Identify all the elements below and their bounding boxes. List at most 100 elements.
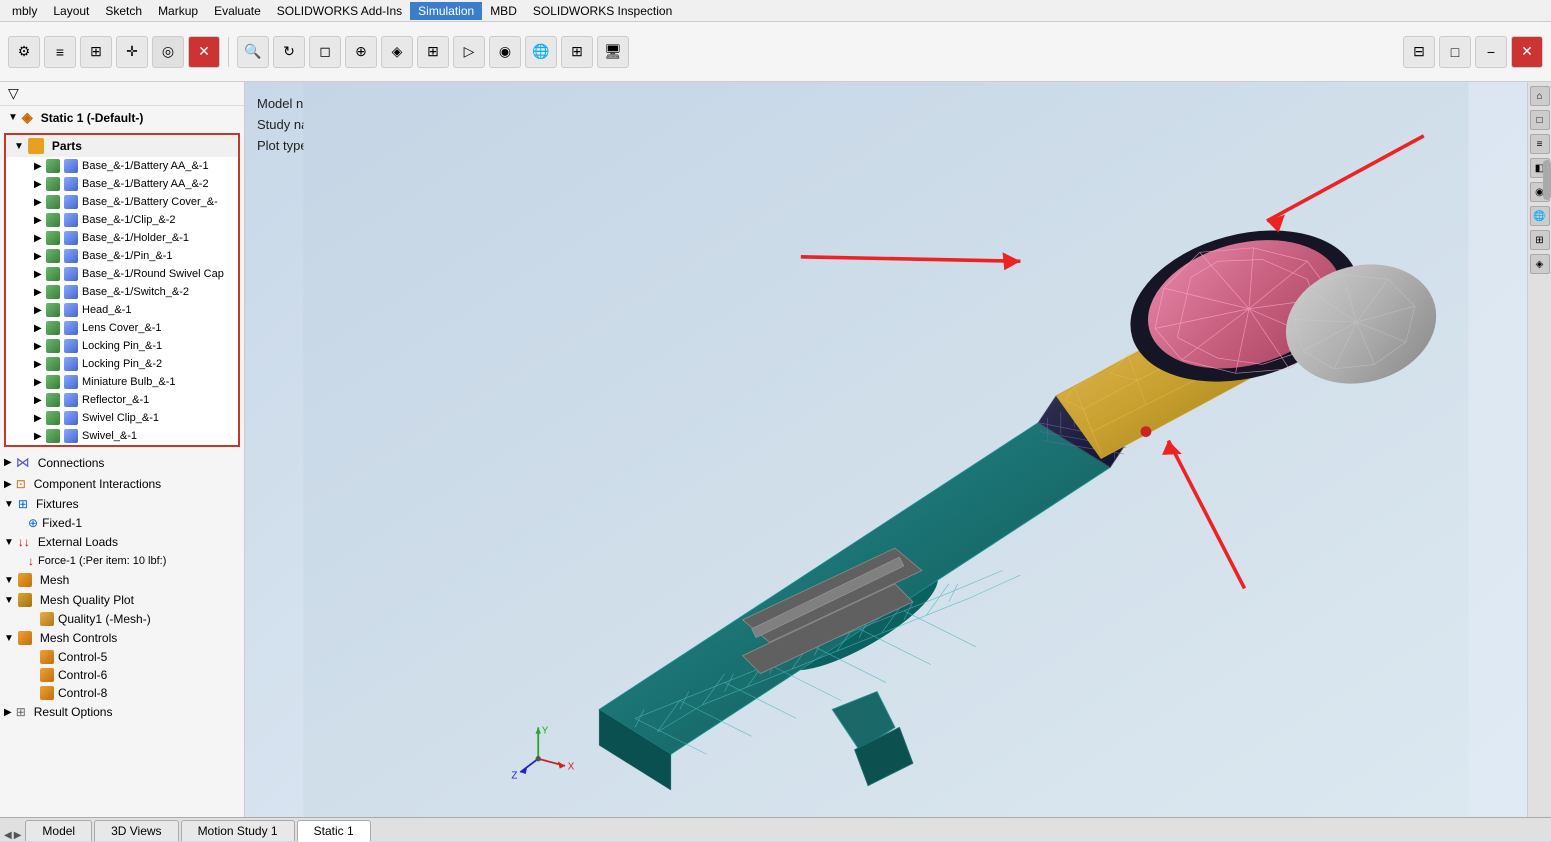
part-label-15: Swivel Clip_&-1 — [82, 412, 159, 424]
menu-markup[interactable]: Markup — [150, 2, 206, 20]
parts-section: ▼ Parts ▶ Base_&-1/Battery AA_&-1 ▶ Base… — [4, 133, 240, 447]
cube-icon-12b — [64, 357, 78, 371]
tab-nav-right[interactable]: ▶ — [14, 830, 22, 841]
menu-sketch[interactable]: Sketch — [97, 2, 150, 20]
part-item-13[interactable]: ▶ Miniature Bulb_&-1 — [6, 373, 238, 391]
menu-addins[interactable]: SOLIDWORKS Add-Ins — [269, 2, 410, 20]
right-btn-view[interactable]: □ — [1530, 110, 1550, 130]
cube-icon-3 — [46, 195, 60, 209]
cube-icon-2b — [64, 177, 78, 191]
right-btn-grid[interactable]: ⊞ — [1530, 230, 1550, 250]
connections-label: Connections — [38, 456, 105, 470]
tab-3dviews[interactable]: 3D Views — [94, 820, 178, 841]
toolbar-sim-11[interactable]: 🖥 — [597, 36, 629, 68]
cube-icon-16b — [64, 429, 78, 443]
tab-nav: ◀ ▶ — [0, 830, 25, 841]
menu-layout[interactable]: Layout — [45, 2, 97, 20]
part-item-12[interactable]: ▶ Locking Pin_&-2 — [6, 355, 238, 373]
part-item-15[interactable]: ▶ Swivel Clip_&-1 — [6, 409, 238, 427]
toolbar-sim-10[interactable]: ⊞ — [561, 36, 593, 68]
tree-root[interactable]: ▼ ◈ Static 1 (-Default-) — [0, 106, 244, 129]
force-label: Force-1 (:Per item: 10 lbf:) — [38, 555, 166, 567]
right-btn-settings[interactable]: ≡ — [1530, 134, 1550, 154]
toolbar-sim-3[interactable]: ◻ — [309, 36, 341, 68]
toolbar-sim-6[interactable]: ⊞ — [417, 36, 449, 68]
tab-motion-study[interactable]: Motion Study 1 — [181, 820, 295, 841]
root-expand-icon: ▼ — [8, 112, 18, 123]
mesh-header[interactable]: ▼ Mesh — [0, 570, 244, 590]
window-restore[interactable]: ⊟ — [1403, 36, 1435, 68]
part-item-10[interactable]: ▶ Lens Cover_&-1 — [6, 319, 238, 337]
fixtures-header[interactable]: ▼ ⊞ Fixtures — [0, 494, 244, 514]
part-label-12: Locking Pin_&-2 — [82, 358, 162, 370]
component-interactions-header[interactable]: ▶ ⊡ Component Interactions — [0, 474, 244, 494]
menu-mbly[interactable]: mbly — [4, 2, 45, 20]
part-item-8[interactable]: ▶ Base_&-1/Switch_&-2 — [6, 283, 238, 301]
cube-icon-8b — [64, 285, 78, 299]
expand-9: ▶ — [34, 305, 46, 316]
toolbar-btn-4[interactable]: ✛ — [116, 36, 148, 68]
part-label-8: Base_&-1/Switch_&-2 — [82, 286, 189, 298]
toolbar-sim-9[interactable]: 🌐 — [525, 36, 557, 68]
expand-3: ▶ — [34, 197, 46, 208]
external-loads-header[interactable]: ▼ ↓↓ External Loads — [0, 532, 244, 552]
cube-icon-11b — [64, 339, 78, 353]
toolbar-btn-1[interactable]: ⚙ — [8, 36, 40, 68]
main-area: ▽ ▼ ◈ Static 1 (-Default-) ▼ Parts ▶ — [0, 82, 1551, 817]
part-item-9[interactable]: ▶ Head_&-1 — [6, 301, 238, 319]
connections-header[interactable]: ▶ ⋈ Connections — [0, 451, 244, 474]
toolbar-sim-4[interactable]: ⊕ — [345, 36, 377, 68]
mesh-controls-header[interactable]: ▼ Mesh Controls — [0, 628, 244, 648]
menu-simulation[interactable]: Simulation — [410, 2, 482, 20]
tab-static1[interactable]: Static 1 — [297, 820, 371, 842]
right-btn-camera[interactable]: ◈ — [1530, 254, 1550, 274]
tab-model[interactable]: Model — [25, 820, 92, 841]
toolbar-sim-5[interactable]: ◈ — [381, 36, 413, 68]
mesh-quality-plot-header[interactable]: ▼ Mesh Quality Plot — [0, 590, 244, 610]
ro-expand: ▶ — [4, 707, 12, 718]
toolbar-btn-2[interactable]: ≡ — [44, 36, 76, 68]
window-close[interactable]: ✕ — [1511, 36, 1543, 68]
filter-icon[interactable]: ▽ — [8, 85, 19, 102]
window-minimize[interactable]: − — [1475, 36, 1507, 68]
parts-header[interactable]: ▼ Parts — [6, 135, 238, 157]
control6-item[interactable]: Control-6 — [0, 666, 244, 684]
right-btn-home[interactable]: ⌂ — [1530, 86, 1550, 106]
fixed-item[interactable]: ⊕ Fixed-1 — [0, 514, 244, 532]
toolbar-btn-3[interactable]: ⊞ — [80, 36, 112, 68]
quality1-item[interactable]: Quality1 (-Mesh-) — [0, 610, 244, 628]
cube-icon-3b — [64, 195, 78, 209]
toolbar-sim-8[interactable]: ◉ — [489, 36, 521, 68]
part-item-7[interactable]: ▶ Base_&-1/Round Swivel Cap — [6, 265, 238, 283]
menu-inspection[interactable]: SOLIDWORKS Inspection — [525, 2, 680, 20]
part-item-3[interactable]: ▶ Base_&-1/Battery Cover_&- — [6, 193, 238, 211]
part-item-11[interactable]: ▶ Locking Pin_&-1 — [6, 337, 238, 355]
toolbar-btn-6[interactable]: ✕ — [188, 36, 220, 68]
toolbar-btn-5[interactable]: ◎ — [152, 36, 184, 68]
expand-2: ▶ — [34, 179, 46, 190]
root-label: Static 1 (-Default-) — [41, 111, 144, 125]
window-maximize[interactable]: □ — [1439, 36, 1471, 68]
control5-item[interactable]: Control-5 — [0, 648, 244, 666]
result-options-header[interactable]: ▶ ⊞ Result Options — [0, 702, 244, 722]
part-item-16[interactable]: ▶ Swivel_&-1 — [6, 427, 238, 445]
control8-item[interactable]: Control-8 — [0, 684, 244, 702]
part-item-1[interactable]: ▶ Base_&-1/Battery AA_&-1 — [6, 157, 238, 175]
tab-nav-left[interactable]: ◀ — [4, 830, 12, 841]
menu-evaluate[interactable]: Evaluate — [206, 2, 269, 20]
part-item-2[interactable]: ▶ Base_&-1/Battery AA_&-2 — [6, 175, 238, 193]
menu-mbd[interactable]: MBD — [482, 2, 525, 20]
expand-14: ▶ — [34, 395, 46, 406]
part-item-6[interactable]: ▶ Base_&-1/Pin_&-1 — [6, 247, 238, 265]
part-item-14[interactable]: ▶ Reflector_&-1 — [6, 391, 238, 409]
part-item-5[interactable]: ▶ Base_&-1/Holder_&-1 — [6, 229, 238, 247]
toolbar-sim-2[interactable]: ↻ — [273, 36, 305, 68]
toolbar-sim-1[interactable]: 🔍 — [237, 36, 269, 68]
cube-icon-8 — [46, 285, 60, 299]
right-btn-scene[interactable]: 🌐 — [1530, 206, 1550, 226]
result-options-label: Result Options — [34, 705, 113, 719]
toolbar-sim-7[interactable]: ▷ — [453, 36, 485, 68]
force-item[interactable]: ↓ Force-1 (:Per item: 10 lbf:) — [0, 552, 244, 570]
part-item-4[interactable]: ▶ Base_&-1/Clip_&-2 — [6, 211, 238, 229]
expand-12: ▶ — [34, 359, 46, 370]
